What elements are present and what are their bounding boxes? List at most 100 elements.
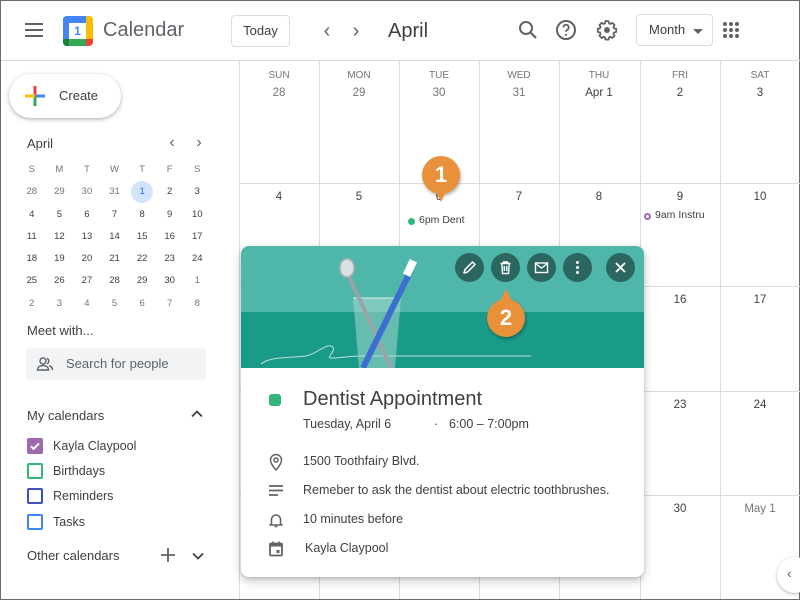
calendar-checkbox[interactable]: [27, 488, 43, 504]
calendar-day-number[interactable]: 5: [319, 191, 399, 203]
calendar-day-number[interactable]: 31: [479, 87, 559, 99]
mini-calendar-day[interactable]: 23: [156, 248, 184, 270]
mini-calendar-day[interactable]: 17: [183, 226, 211, 248]
location-pin-icon: [269, 453, 283, 471]
mini-calendar-day[interactable]: 11: [18, 226, 46, 248]
next-period-button[interactable]: ›: [346, 19, 366, 43]
delete-event-button[interactable]: [491, 253, 520, 282]
create-button[interactable]: Create: [9, 74, 121, 118]
mini-calendar-day[interactable]: 7: [101, 204, 129, 226]
calendar-checkbox[interactable]: [27, 463, 43, 479]
mini-calendar-day[interactable]: 31: [101, 181, 129, 203]
mini-calendar-day[interactable]: 4: [18, 204, 46, 226]
mini-calendar-day[interactable]: 5: [46, 204, 74, 226]
mini-calendar-day[interactable]: 21: [101, 248, 129, 270]
day-of-week-label: WED: [507, 70, 531, 81]
mini-calendar-day[interactable]: 24: [183, 248, 211, 270]
mini-calendar-day[interactable]: 15: [128, 226, 156, 248]
calendar-day-number[interactable]: 3: [720, 87, 800, 99]
mini-calendar-day[interactable]: 1: [128, 181, 156, 204]
calendar-day-number[interactable]: 7: [479, 191, 559, 203]
calendar-day-number[interactable]: 4: [239, 191, 319, 203]
mini-calendar-day[interactable]: 19: [46, 248, 74, 270]
view-select-value: Month: [649, 22, 686, 37]
settings-gear-icon[interactable]: [595, 18, 619, 42]
mini-calendar-day[interactable]: 7: [156, 293, 184, 315]
collapse-chevron-up-icon[interactable]: [189, 406, 205, 422]
mini-calendar-day[interactable]: 30: [156, 270, 184, 292]
mini-calendar-day[interactable]: 9: [156, 204, 184, 226]
mini-calendar-day[interactable]: 13: [73, 226, 101, 248]
mini-calendar-day[interactable]: 22: [128, 248, 156, 270]
mini-calendar-day[interactable]: 29: [46, 181, 74, 203]
today-button[interactable]: Today: [231, 15, 290, 47]
event-location[interactable]: 1500 Toothfairy Blvd.: [303, 454, 420, 468]
calendar-day-number[interactable]: 23: [640, 399, 720, 411]
top-bar: 1 Calendar Today ‹ › April Month: [1, 1, 800, 61]
add-other-calendar-plus-icon[interactable]: [159, 546, 177, 564]
calendar-day-number[interactable]: 30: [399, 87, 479, 99]
calendar-day-number[interactable]: 8: [559, 191, 639, 203]
mini-calendar-next-button[interactable]: ›: [191, 134, 207, 152]
more-options-button[interactable]: [563, 253, 592, 282]
calendar-day-number[interactable]: 30: [640, 503, 720, 515]
email-envelope-icon: [534, 262, 549, 274]
my-calendars-title[interactable]: My calendars: [27, 408, 104, 423]
close-popup-button[interactable]: [606, 253, 635, 282]
mini-calendar-day[interactable]: 29: [128, 270, 156, 292]
event-chip[interactable]: 6pm Dent: [407, 214, 482, 230]
mini-calendar-day[interactable]: 6: [128, 293, 156, 315]
expand-chevron-down-icon[interactable]: [190, 548, 206, 564]
other-calendars-title[interactable]: Other calendars: [27, 548, 120, 563]
mini-calendar-prev-button[interactable]: ‹: [164, 134, 180, 152]
mini-calendar-day[interactable]: 26: [46, 270, 74, 292]
mini-calendar-day[interactable]: 3: [183, 181, 211, 203]
calendar-day-number[interactable]: Apr 1: [559, 87, 639, 99]
mini-calendar-day[interactable]: 30: [73, 181, 101, 203]
mini-calendar-day[interactable]: 20: [73, 248, 101, 270]
mini-calendar-day[interactable]: 14: [101, 226, 129, 248]
mini-calendar-day[interactable]: 28: [18, 181, 46, 203]
calendar-day-number[interactable]: May 1: [720, 503, 800, 515]
day-of-week-label: FRI: [671, 70, 689, 81]
search-icon[interactable]: [516, 18, 540, 42]
search-people-input[interactable]: Search for people: [26, 348, 206, 380]
main-menu-icon[interactable]: [25, 23, 43, 37]
calendar-day-number[interactable]: 29: [319, 87, 399, 99]
email-guests-button[interactable]: [527, 253, 556, 282]
mini-calendar-day[interactable]: 8: [128, 204, 156, 226]
calendar-day-number[interactable]: 28: [239, 87, 319, 99]
mini-calendar-day[interactable]: 2: [18, 293, 46, 315]
event-chip[interactable]: 9am Instru: [643, 209, 718, 225]
calendar-day-number[interactable]: 17: [720, 294, 800, 306]
mini-calendar-day[interactable]: 4: [73, 293, 101, 315]
mini-calendar-day[interactable]: 16: [156, 226, 184, 248]
calendar-day-number[interactable]: 16: [640, 294, 720, 306]
mini-calendar-day[interactable]: 25: [18, 270, 46, 292]
mini-calendar-day[interactable]: 8: [183, 293, 211, 315]
mini-calendar-day[interactable]: 1: [183, 270, 211, 292]
event-banner-illustration: [241, 246, 644, 368]
google-apps-icon[interactable]: [723, 22, 739, 38]
calendar-day-number[interactable]: 2: [640, 87, 720, 99]
mini-calendar-day[interactable]: 3: [46, 293, 74, 315]
calendar-day-number[interactable]: 24: [720, 399, 800, 411]
calendar-day-number[interactable]: 9: [640, 191, 720, 203]
meet-with-title: Meet with...: [27, 323, 94, 338]
edit-event-button[interactable]: [455, 253, 484, 282]
calendar-day-number[interactable]: 10: [720, 191, 800, 203]
mini-calendar-day[interactable]: 12: [46, 226, 74, 248]
help-icon[interactable]: [554, 18, 578, 42]
mini-calendar-day[interactable]: 28: [101, 270, 129, 292]
mini-calendar-day[interactable]: 27: [73, 270, 101, 292]
calendar-checkbox[interactable]: [27, 514, 43, 530]
calendar-checkbox[interactable]: [27, 438, 43, 454]
calendar-logo-icon[interactable]: 1: [63, 16, 93, 46]
mini-calendar-day[interactable]: 10: [183, 204, 211, 226]
mini-calendar-day[interactable]: 18: [18, 248, 46, 270]
view-select-dropdown[interactable]: Month: [636, 14, 713, 46]
previous-period-button[interactable]: ‹: [317, 19, 337, 43]
mini-calendar-day[interactable]: 2: [156, 181, 184, 203]
mini-calendar-day[interactable]: 5: [101, 293, 129, 315]
mini-calendar-day[interactable]: 6: [73, 204, 101, 226]
